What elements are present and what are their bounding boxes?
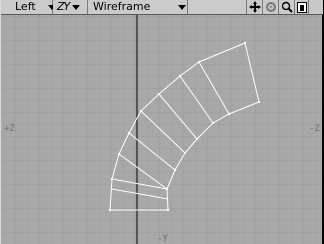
chevron-down-icon xyxy=(178,4,187,10)
axis-label: ZY xyxy=(57,0,70,13)
axis-right-label: -Z xyxy=(309,124,320,134)
view-type-dropdown[interactable]: Left xyxy=(1,0,56,14)
axis-left-label: +Z xyxy=(4,124,15,134)
axis-dropdown[interactable]: ZY xyxy=(53,0,88,14)
zoom-icon[interactable] xyxy=(279,0,295,14)
maximize-icon[interactable] xyxy=(295,0,309,14)
rotate-icon[interactable] xyxy=(263,0,279,14)
render-mode-label: Wireframe xyxy=(93,0,151,13)
chevron-down-icon xyxy=(72,4,81,10)
axis-bottom-label: -Y xyxy=(157,234,168,244)
view-type-label: Left xyxy=(15,0,36,13)
viewport[interactable]: Left ZY Wireframe +Z -Z -Y xyxy=(0,0,323,244)
render-mode-dropdown[interactable]: Wireframe xyxy=(88,0,188,14)
move-icon[interactable] xyxy=(247,0,263,14)
toolbar-spacer xyxy=(188,0,247,14)
viewport-toolbar: Left ZY Wireframe xyxy=(1,0,323,15)
wireframe-canvas[interactable]: +Z -Z -Y xyxy=(2,15,322,244)
